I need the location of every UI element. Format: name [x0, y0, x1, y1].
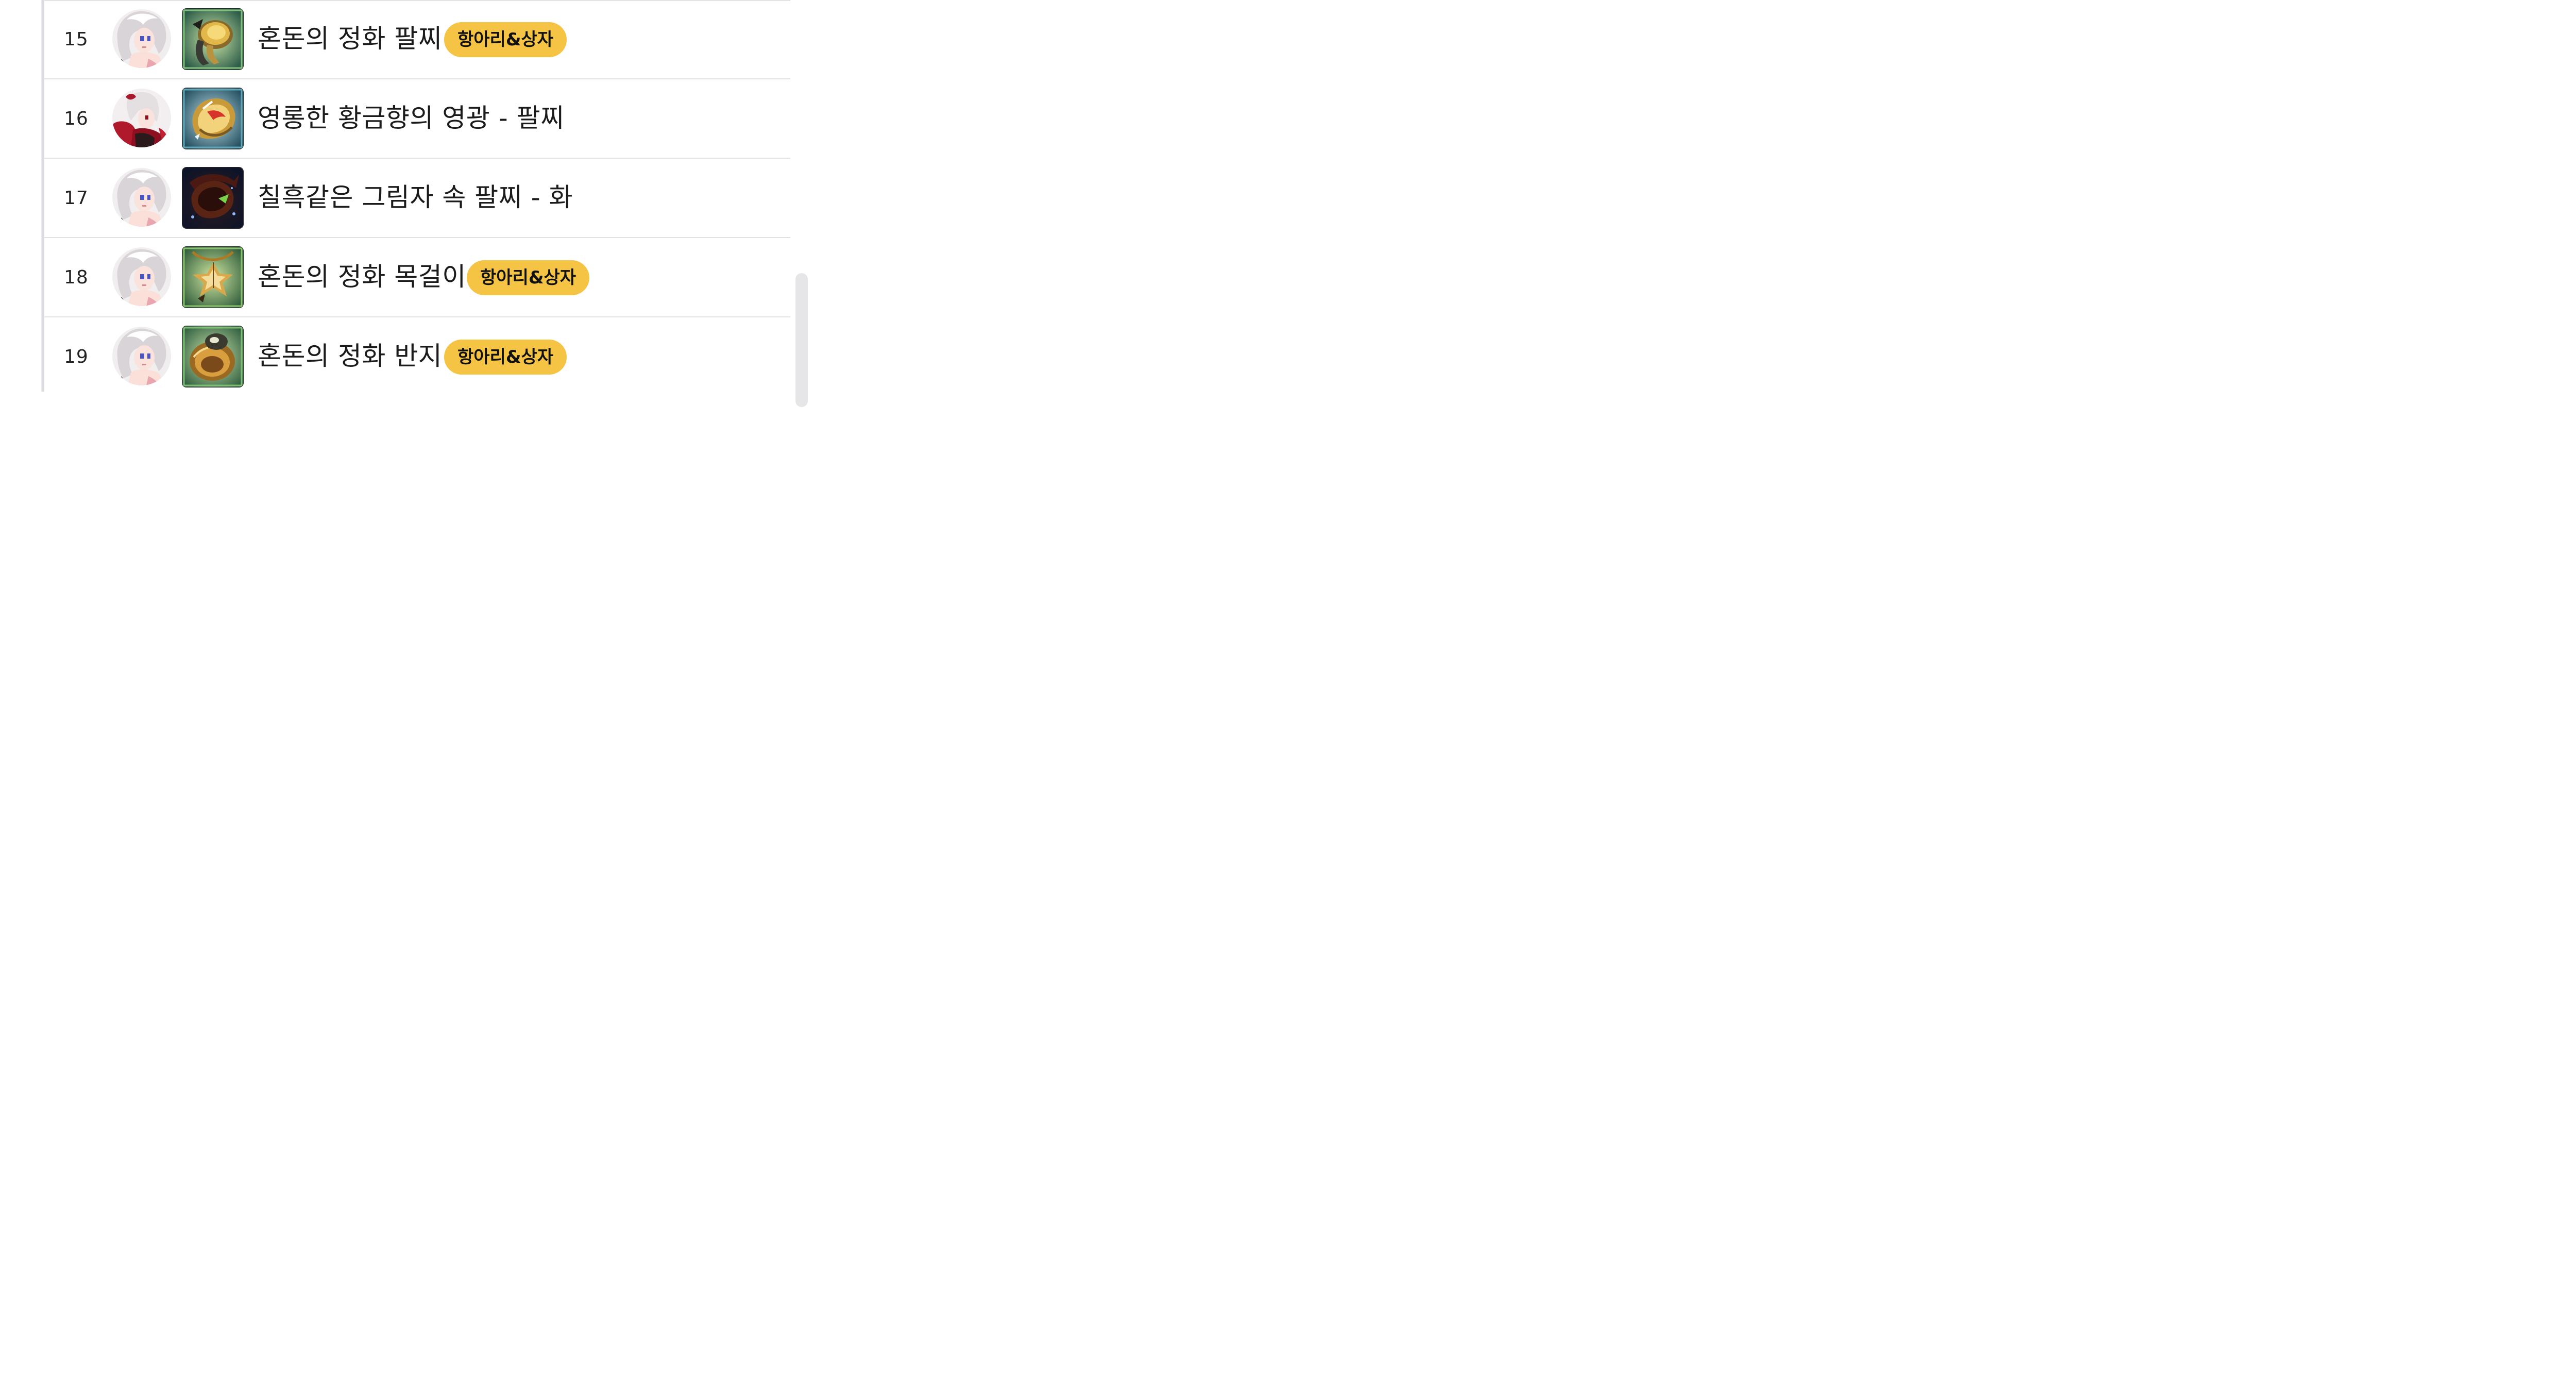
item-name[interactable]: 혼돈의 정화 팔찌 — [258, 0, 442, 79]
source-badge: 항아리&상자 — [467, 260, 590, 295]
silver-hair-character-avatar — [112, 9, 171, 68]
list-item[interactable]: 17 칠흑같은 그림자 속 팔찌 - 화 — [44, 159, 790, 238]
scrollbar[interactable] — [795, 273, 808, 407]
golden-bracelet-icon — [182, 9, 243, 70]
dark-shadow-bracelet-icon — [182, 167, 243, 228]
rank-number: 18 — [64, 267, 89, 288]
item-name[interactable]: 혼돈의 정화 반지 — [258, 317, 442, 397]
item-name[interactable]: 칠흑같은 그림자 속 팔찌 - 화 — [258, 159, 573, 238]
drop-list: 15 혼돈의 정화 팔찌 항아리&상자 16 영롱한 황금향의 영광 - 팔찌 … — [44, 0, 790, 392]
rank-number: 16 — [64, 108, 89, 129]
list-item[interactable]: 19 혼돈의 정화 반지 항아리&상자 — [44, 317, 790, 397]
rank-number: 15 — [64, 29, 89, 50]
item-name[interactable]: 혼돈의 정화 목걸이 — [258, 238, 466, 317]
list-item[interactable]: 15 혼돈의 정화 팔찌 항아리&상자 — [44, 0, 790, 79]
silver-hair-character-avatar — [112, 168, 171, 227]
list-item[interactable]: 18 혼돈의 정화 목걸이 항아리&상자 — [44, 238, 790, 317]
gold-fire-bracelet-icon — [182, 88, 243, 149]
item-name[interactable]: 영롱한 황금향의 영광 - 팔찌 — [258, 79, 565, 159]
golden-ring-icon — [182, 326, 243, 387]
silver-hair-character-avatar — [112, 327, 171, 385]
rank-number: 19 — [64, 346, 89, 367]
source-badge: 항아리&상자 — [444, 22, 567, 57]
rank-number: 17 — [64, 188, 89, 209]
golden-star-necklace-icon — [182, 247, 243, 308]
red-dress-character-avatar — [112, 89, 171, 147]
list-item[interactable]: 16 영롱한 황금향의 영광 - 팔찌 — [44, 79, 790, 159]
silver-hair-character-avatar — [112, 247, 171, 306]
source-badge: 항아리&상자 — [444, 340, 567, 375]
page-left-edge — [0, 0, 44, 392]
